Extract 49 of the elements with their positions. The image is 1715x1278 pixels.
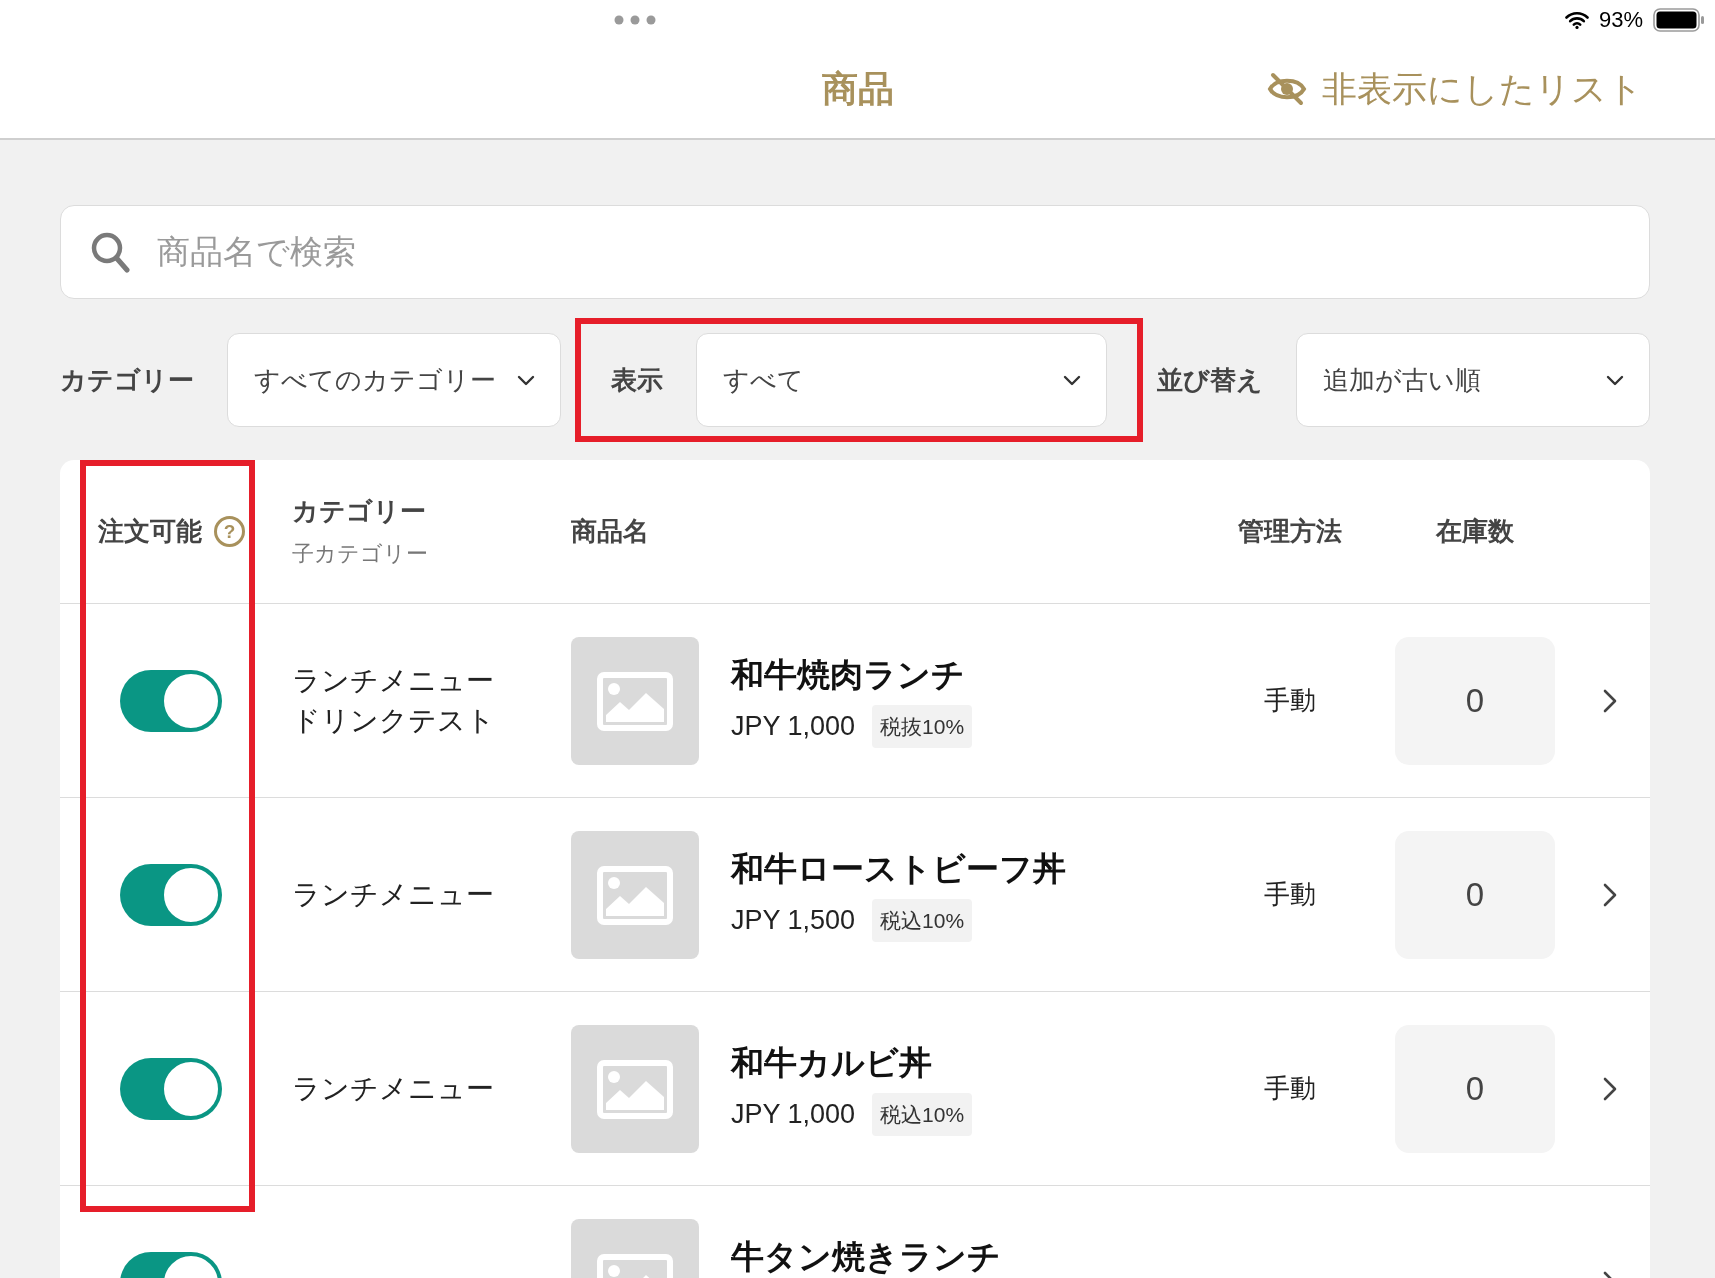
tax-badge: 税込10% bbox=[872, 899, 973, 942]
chevron-down-icon bbox=[1606, 374, 1624, 386]
page-title: 商品 bbox=[821, 66, 894, 111]
category-name: ランチメニュー bbox=[292, 877, 494, 912]
filter-label: 表示 bbox=[611, 363, 663, 397]
management-method: 手動 bbox=[1264, 684, 1316, 717]
stock-field[interactable]: 0 bbox=[1395, 636, 1555, 765]
dropdown-select[interactable]: すべて bbox=[696, 333, 1107, 427]
more-dots-icon[interactable] bbox=[614, 15, 656, 25]
eye-slash-icon bbox=[1267, 72, 1307, 106]
subcategory-name: ドリンクテスト bbox=[292, 703, 495, 738]
dropdown-select[interactable]: 追加が古い順 bbox=[1296, 333, 1650, 427]
filter-label: カテゴリー bbox=[60, 363, 194, 397]
dropdown-select[interactable]: すべてのカテゴリー bbox=[227, 333, 561, 427]
product-price: JPY 1,000 bbox=[731, 1099, 856, 1130]
column-subheader: 子カテゴリー bbox=[292, 540, 428, 568]
search-field[interactable]: 商品名で検索 bbox=[60, 205, 1650, 299]
wifi-icon bbox=[1564, 11, 1589, 29]
product-price: JPY 1,000 bbox=[731, 711, 856, 742]
category-name: ランチメニュー bbox=[292, 663, 494, 698]
product-name: 和牛ローストビーフ丼 bbox=[731, 849, 1066, 889]
product-price: JPY 1,500 bbox=[731, 905, 856, 936]
search-icon bbox=[90, 231, 130, 273]
chevron-down-icon bbox=[517, 374, 535, 386]
category-name: ランチメニュー bbox=[292, 1071, 494, 1106]
battery-percentage: 93% bbox=[1598, 7, 1643, 33]
product-name: 和牛カルビ丼 bbox=[731, 1043, 933, 1083]
stock-field[interactable]: 0 bbox=[1395, 830, 1555, 959]
tax-badge: 税抜10% bbox=[872, 705, 973, 748]
management-method: 手動 bbox=[1264, 878, 1316, 911]
product-name: 牛タン焼きランチ bbox=[731, 1237, 1001, 1277]
chevron-right-icon[interactable] bbox=[1603, 1076, 1617, 1101]
column-header: 注文可能 bbox=[98, 515, 202, 548]
column-header: 商品名 bbox=[571, 515, 649, 548]
image-placeholder-icon bbox=[571, 636, 699, 765]
battery-icon bbox=[1653, 8, 1705, 32]
product-name: 和牛焼肉ランチ bbox=[731, 655, 966, 695]
column-header: 在庫数 bbox=[1436, 515, 1514, 548]
stock-field[interactable]: 0 bbox=[1395, 1024, 1555, 1153]
chevron-right-icon[interactable] bbox=[1603, 688, 1617, 713]
column-header: 管理方法 bbox=[1238, 515, 1342, 548]
image-placeholder-icon bbox=[571, 1024, 699, 1153]
image-placeholder-icon bbox=[571, 830, 699, 959]
chevron-right-icon[interactable] bbox=[1603, 882, 1617, 907]
management-method: 手動 bbox=[1264, 1072, 1316, 1105]
chevron-down-icon bbox=[1063, 374, 1081, 386]
tax-badge: 税込10% bbox=[872, 1093, 973, 1136]
column-header: カテゴリー bbox=[292, 495, 426, 528]
filter-label: 並び替え bbox=[1157, 363, 1263, 397]
